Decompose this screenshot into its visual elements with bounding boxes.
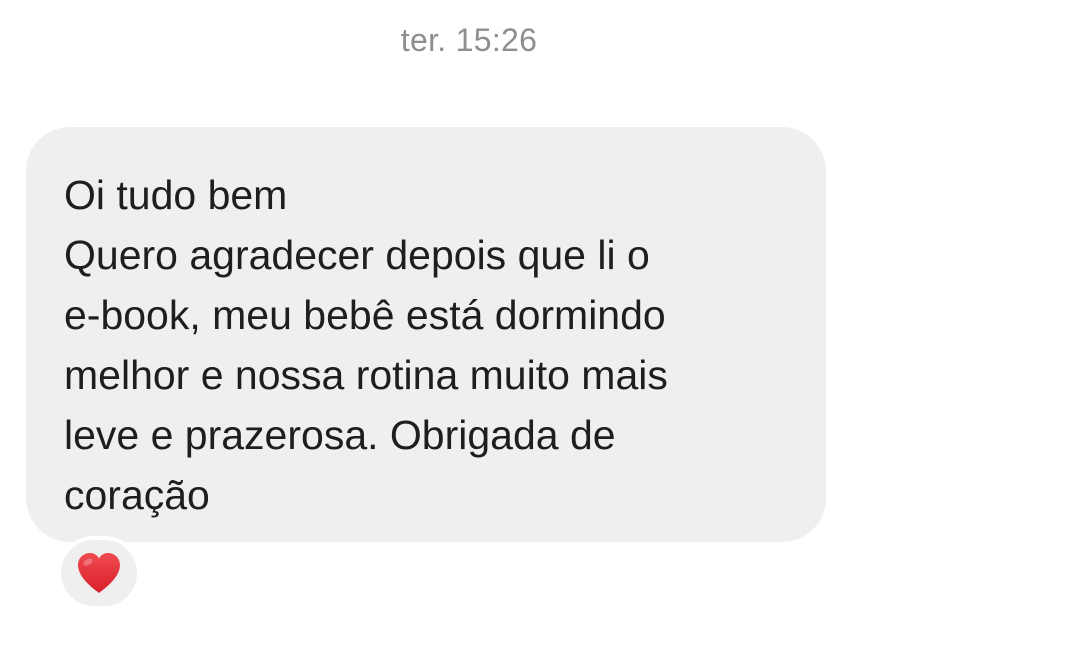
- message-text-line: Oi tudo bem: [64, 172, 288, 218]
- heart-reaction-badge[interactable]: [57, 536, 141, 610]
- message-text-line: Quero agradecer depois que li o: [64, 232, 650, 278]
- message-text-line: e-book, meu bebê está dormindo: [64, 292, 666, 338]
- received-message-bubble[interactable]: Oi tudo bem Quero agradecer depois que l…: [26, 127, 826, 542]
- red-heart-icon: [75, 551, 123, 595]
- message-timestamp: ter. 15:26: [400, 22, 538, 58]
- message-text-line: coração: [64, 472, 210, 518]
- message-text-line: leve e prazerosa. Obrigada de: [64, 412, 616, 458]
- message-text-line: melhor e nossa rotina muito mais: [64, 352, 668, 398]
